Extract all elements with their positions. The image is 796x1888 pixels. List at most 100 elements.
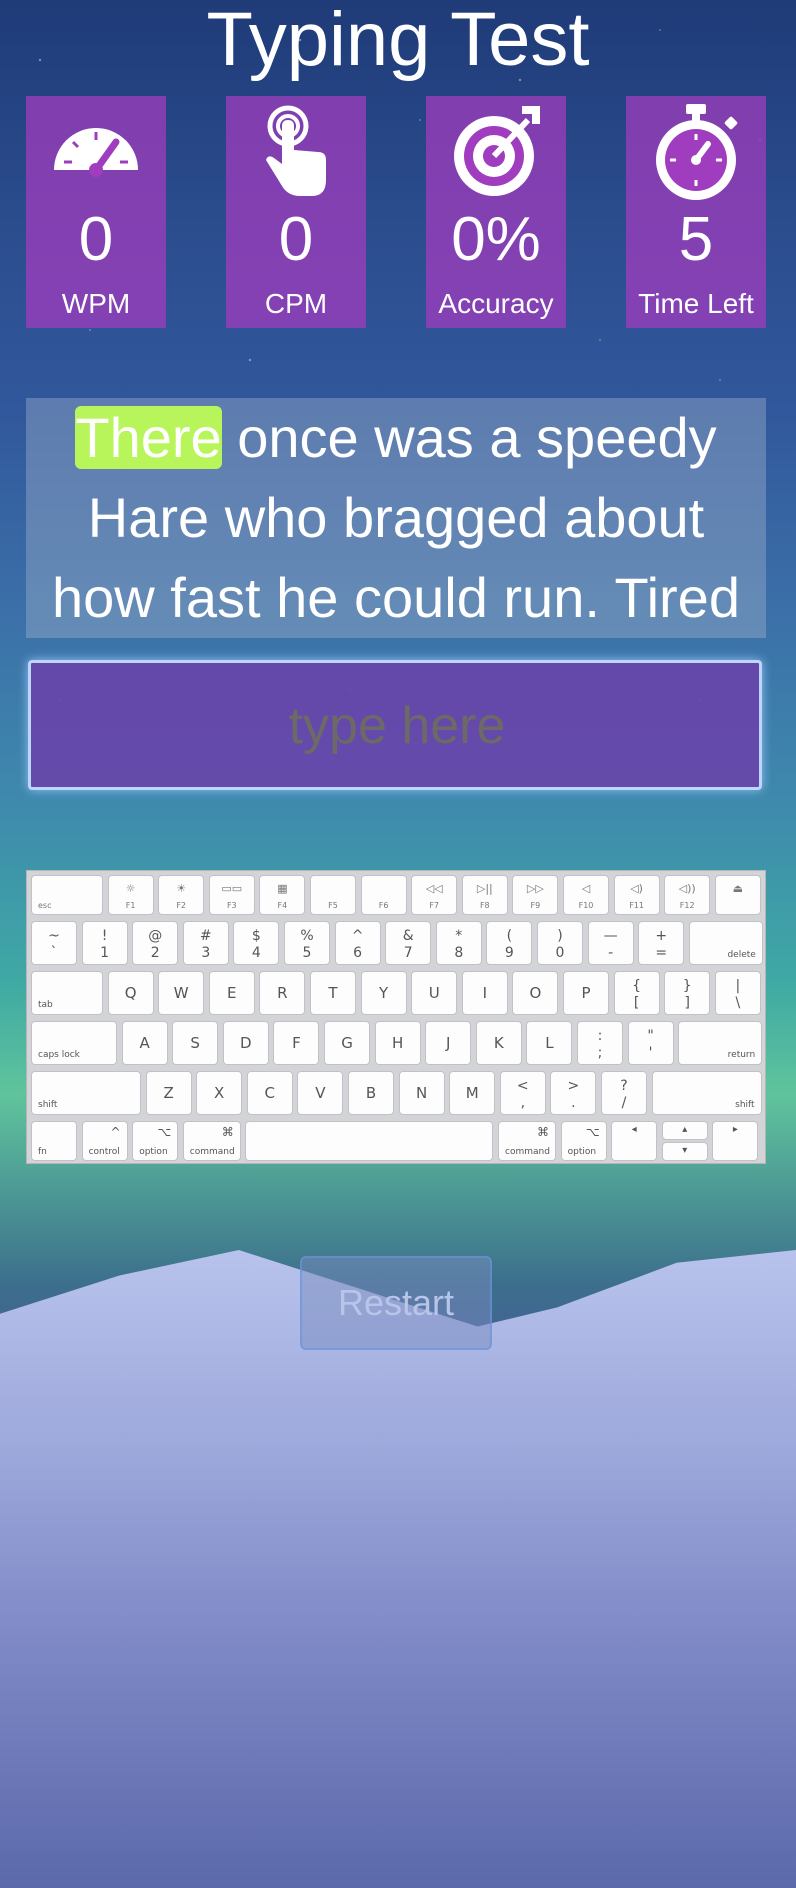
keyboard-image: esc ☼ F1 ☀ F2 ▭▭ F3 ▦ F4 F5 F6 ◁◁ F7 ▷|| F8 ▷▷ F9 ◁ F10 ◁) F… [26, 870, 766, 1164]
key-num-10: ) 0 [537, 921, 583, 965]
key-label: T [328, 984, 338, 1002]
key-fn-label: F1 [125, 901, 136, 910]
key-num-4: $ 4 [233, 921, 280, 965]
key-fn-label: F8 [479, 901, 490, 910]
key-label: J [445, 1034, 451, 1052]
key-fn-icon: ▭▭ [221, 882, 243, 895]
key-label: & 7 [402, 928, 414, 961]
key-home-5: G [324, 1021, 370, 1065]
key-label: U [428, 984, 440, 1002]
key-fn-label: F12 [679, 901, 695, 910]
key-label: G [341, 1034, 353, 1052]
key-fn-6: F6 [360, 875, 407, 915]
key-label: O [529, 984, 542, 1002]
key-num-11: — - [587, 921, 634, 965]
typing-input[interactable] [31, 663, 763, 789]
key-label: ? / [620, 1078, 628, 1111]
key-symbol: ◂ [631, 1124, 637, 1135]
key-fn-icon: ☀ [176, 882, 187, 895]
key-label: " ' [647, 1028, 654, 1061]
key-label: V [315, 1084, 326, 1102]
key-fn-icon: ▦ [277, 882, 288, 895]
key-label: } ] [682, 978, 692, 1011]
key-qwerty-2: W [158, 971, 205, 1015]
accuracy-value: 0% [451, 205, 541, 274]
key-home-3: D [222, 1021, 269, 1065]
key-symbol: ^ [110, 1125, 121, 1139]
key-label: caps lock [38, 1050, 80, 1060]
stopwatch-icon [656, 104, 738, 200]
key-mod-9: ▾ [661, 1142, 708, 1161]
key-home-2: S [172, 1021, 219, 1065]
key-num-2: @ 2 [132, 921, 179, 965]
key-bottom-7: M [449, 1071, 496, 1115]
key-fn-7: ◁◁ F7 [411, 875, 458, 915]
key-label: tab [38, 1000, 53, 1010]
key-home-8: K [475, 1021, 522, 1065]
stat-accuracy: 0% Accuracy [426, 96, 566, 328]
key-label: # 3 [199, 928, 212, 961]
key-mod-0: fn [31, 1121, 77, 1161]
key-bottom-10: ? / [601, 1071, 647, 1115]
key-label: — - [603, 928, 618, 961]
page-title: Typing Test [206, 0, 590, 82]
passage-line-3: how fast he could run. Tired [52, 566, 740, 629]
key-qwerty-7: U [411, 971, 458, 1015]
key-num-3: # 3 [182, 921, 229, 965]
key-mod-1: ^ control [81, 1121, 128, 1161]
key-fn-label: F3 [226, 901, 237, 910]
key-qwerty-11: { [ [613, 971, 660, 1015]
current-word: There [75, 406, 222, 469]
key-fn-1: ☼ F1 [107, 875, 154, 915]
key-label: D [240, 1034, 252, 1052]
key-qwerty-1: Q [107, 971, 154, 1015]
accuracy-label: Accuracy [438, 288, 554, 319]
key-fn-icon: ◁)) [678, 882, 696, 895]
key-label: * 8 [454, 928, 464, 961]
key-symbol: ⌘ [221, 1125, 234, 1139]
time-left-value: 5 [678, 205, 714, 274]
key-qwerty-6: Y [360, 971, 407, 1015]
key-label: X [214, 1084, 225, 1102]
key-bottom-0: shift [31, 1071, 141, 1115]
key-home-7: J [425, 1021, 472, 1065]
key-symbol: ⌘ [537, 1125, 549, 1139]
key-num-8: * 8 [435, 921, 482, 965]
key-label: option [567, 1147, 597, 1157]
key-bottom-6: N [398, 1071, 445, 1115]
key-label: ~ ` [48, 928, 60, 961]
key-fn-label: F5 [328, 901, 338, 910]
key-fn-icon: ▷|| [476, 882, 493, 895]
key-home-6: H [374, 1021, 421, 1065]
key-label: ^ 6 [351, 928, 364, 961]
key-fn-11: ◁) F11 [613, 875, 660, 915]
wpm-value: 0 [78, 205, 114, 274]
key-num-5: % 5 [284, 921, 330, 965]
key-fn-3: ▭▭ F3 [208, 875, 255, 915]
key-fn-icon: ☼ [125, 882, 136, 895]
stat-time-left: 5 Time Left [626, 96, 766, 328]
typing-input-container [28, 660, 763, 790]
key-fn-8: ▷|| F8 [461, 875, 508, 915]
key-label: control [88, 1147, 120, 1157]
key-home-1: A [121, 1021, 168, 1065]
time-left-label: Time Left [638, 288, 754, 319]
key-bottom-11: shift [651, 1071, 762, 1115]
restart-button[interactable]: Restart [300, 1256, 492, 1350]
key-bottom-2: X [196, 1071, 243, 1115]
key-home-11: " ' [627, 1021, 674, 1065]
key-qwerty-9: O [512, 971, 559, 1015]
key-mod-6: ⌥ option [560, 1121, 607, 1161]
key-home-9: L [526, 1021, 573, 1065]
key-qwerty-4: R [259, 971, 306, 1015]
key-label: return [727, 1050, 756, 1060]
key-fn-12: ◁)) F12 [664, 875, 711, 915]
key-label: ! 1 [100, 928, 110, 961]
key-fn-icon: ◁◁ [425, 882, 443, 895]
key-label: W [173, 984, 189, 1002]
key-num-12: + = [638, 921, 685, 965]
stat-wpm: 0 WPM [26, 96, 166, 328]
key-label: < , [516, 1078, 529, 1111]
key-fn-icon: ◁) [630, 882, 643, 895]
key-symbol: ▴ [682, 1124, 688, 1135]
